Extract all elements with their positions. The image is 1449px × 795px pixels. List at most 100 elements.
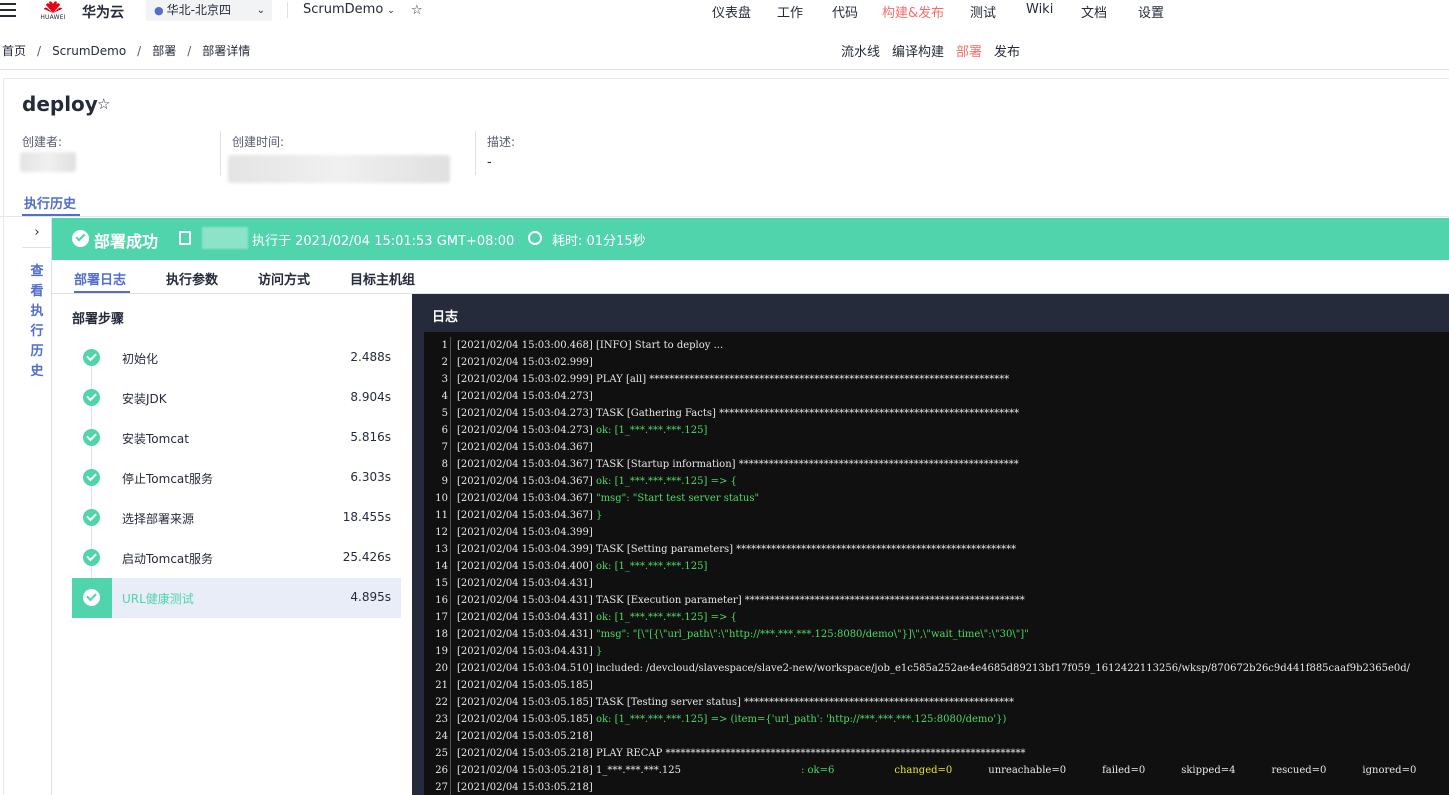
huawei-logo[interactable]: HUAWEI [38, 0, 68, 23]
subnav-deploy[interactable]: 部署 [956, 45, 982, 60]
divider [220, 131, 221, 175]
tab-execution-history[interactable]: 执行历史 [24, 193, 76, 212]
log-line: 19 [2021/02/04 15:03:04.431] } [424, 643, 602, 660]
subnav-release[interactable]: 发布 [994, 45, 1020, 60]
description-value: - [487, 155, 492, 170]
log-output[interactable]: 1 [2021/02/04 15:03:00.468] [INFO] Start … [424, 332, 1449, 795]
log-line: 11 [2021/02/04 15:03:04.367] } [424, 507, 602, 524]
breadcrumb: 首页 / ScrumDemo / 部署 / 部署详情 [2, 44, 251, 58]
log-line: 10 [2021/02/04 15:03:04.367] "msg": "Star… [424, 490, 759, 507]
steps-title: 部署步骤 [72, 312, 125, 327]
step-duration: 4.895s [350, 590, 391, 604]
log-line: 25 [2021/02/04 15:03:05.218] PLAY RECAP *… [424, 745, 1026, 762]
log-line: 12 [2021/02/04 15:03:04.399] [424, 524, 593, 541]
creator-label: 创建者: [22, 135, 63, 149]
log-line: 1 [2021/02/04 15:03:00.468] [INFO] Start … [424, 337, 723, 354]
nav-work[interactable]: 工作 [777, 2, 803, 21]
nav-test[interactable]: 测试 [970, 2, 996, 21]
step-name: 启动Tomcat服务 [122, 552, 213, 566]
top-bar: HUAWEI 华为云 ● 华北-北京四 ⌄ ScrumDemo ⌄ ☆ 仪表盘 工作… [0, 0, 1449, 25]
log-line: 14 [2021/02/04 15:03:04.400] ok: [1_***.*… [424, 558, 707, 575]
step-name: 选择部署来源 [122, 512, 195, 526]
project-name: ScrumDemo [303, 2, 384, 17]
deploy-step[interactable]: 停止Tomcat服务 6.303s [72, 458, 401, 498]
nav-docs[interactable]: 文档 [1081, 2, 1107, 21]
brand-name[interactable]: 华为云 [82, 2, 124, 22]
breadcrumb-deploy[interactable]: 部署 [152, 44, 176, 58]
log-line: 18 [2021/02/04 15:03:04.431] "msg": "[\"[… [424, 626, 1029, 643]
logo-text: HUAWEI [40, 14, 66, 21]
nav-settings[interactable]: 设置 [1138, 2, 1164, 21]
region-select[interactable]: ● 华北-北京四 ⌄ [146, 0, 272, 21]
subnav-build[interactable]: 编译构建 [892, 45, 944, 60]
log-line: 15 [2021/02/04 15:03:04.431] [424, 575, 593, 592]
step-success-icon [83, 469, 100, 486]
step-name: 安装JDK [122, 392, 167, 406]
project-select[interactable]: ScrumDemo ⌄ [303, 2, 395, 17]
chevron-down-icon: ⌄ [387, 6, 395, 16]
divider [0, 216, 1449, 217]
log-line: 2 [2021/02/04 15:03:02.999] [424, 354, 593, 371]
step-duration: 8.904s [350, 390, 391, 404]
log-line: 9 [2021/02/04 15:03:04.367] ok: [1_***.**… [424, 473, 737, 490]
deploy-step[interactable]: 安装Tomcat 5.816s [72, 418, 401, 458]
deploy-step[interactable]: 安装JDK 8.904s [72, 378, 401, 418]
deploy-step[interactable]: 选择部署来源 18.455s [72, 498, 401, 538]
subnav-pipeline[interactable]: 流水线 [841, 45, 880, 60]
log-line: 26 [2021/02/04 15:03:05.218] 1_***.***.**… [424, 762, 1416, 779]
document-icon [179, 231, 191, 245]
tab-exec-params[interactable]: 执行参数 [166, 269, 218, 288]
log-line: 6 [2021/02/04 15:03:04.273] ok: [1_***.**… [424, 422, 707, 439]
step-success-icon [83, 549, 100, 566]
expand-chevron-icon[interactable]: › [22, 218, 52, 248]
log-line: 7 [2021/02/04 15:03:04.367] [424, 439, 593, 456]
status-banner: 部署成功 执行于 2021/02/04 15:01:53 GMT+08:00 耗… [52, 218, 1449, 260]
sub-nav: 流水线 编译构建 部署 发布 [841, 41, 1032, 60]
step-success-icon [83, 349, 100, 366]
log-line: 13 [2021/02/04 15:03:04.399] TASK [Settin… [424, 541, 1016, 558]
active-tab-indicator [74, 291, 130, 293]
tab-access-method[interactable]: 访问方式 [258, 269, 310, 288]
nav-build-release[interactable]: 构建&发布 [882, 2, 944, 21]
favorite-star-icon[interactable]: ☆ [411, 3, 423, 18]
nav-wiki[interactable]: Wiki [1026, 2, 1053, 17]
description-label: 描述: [487, 135, 516, 149]
chevron-down-icon: ⌄ [256, 5, 265, 16]
step-success-icon [83, 589, 100, 606]
step-success-icon [83, 389, 100, 406]
tab-deploy-log[interactable]: 部署日志 [74, 269, 126, 288]
menu-icon[interactable] [0, 3, 16, 19]
sub-bar: 首页 / ScrumDemo / 部署 / 部署详情 流水线 编译构建 部署 发布 [0, 30, 1449, 70]
location-pin-icon: ● [154, 4, 164, 17]
execution-time: 执行于 2021/02/04 15:01:53 GMT+08:00 [252, 234, 515, 249]
clock-icon [528, 231, 542, 245]
success-check-icon [72, 230, 89, 247]
favorite-star-icon[interactable]: ☆ [97, 95, 110, 113]
tab-target-hosts[interactable]: 目标主机组 [350, 269, 415, 288]
log-line: 3 [2021/02/04 15:03:02.999] PLAY [all] **… [424, 371, 1009, 388]
breadcrumb-project[interactable]: ScrumDemo [52, 44, 126, 58]
view-history-link[interactable]: 查 看 执 行 历 史 [29, 262, 45, 382]
deploy-step[interactable]: 初始化 2.488s [72, 338, 401, 378]
log-line: 24 [2021/02/04 15:03:05.218] [424, 728, 593, 745]
huawei-logo-mark [44, 1, 62, 13]
step-duration: 18.455s [342, 510, 391, 524]
breadcrumb-home[interactable]: 首页 [2, 44, 26, 58]
deploy-step[interactable]: 启动Tomcat服务 25.426s [72, 538, 401, 578]
deploy-status: 部署成功 [94, 232, 159, 251]
log-panel: 日志 1 [2021/02/04 15:03:00.468] [INFO] Sta… [412, 294, 1449, 795]
created-time-label: 创建时间: [232, 135, 285, 149]
deploy-step[interactable]: URL健康测试 4.895s [72, 578, 401, 618]
log-line: 16 [2021/02/04 15:03:04.431] TASK [Execut… [424, 592, 1025, 609]
log-line: 20 [2021/02/04 15:03:04.510] included: /d… [424, 660, 1410, 677]
step-duration: 25.426s [342, 550, 391, 564]
log-title: 日志 [432, 310, 459, 325]
nav-dashboard[interactable]: 仪表盘 [712, 2, 751, 21]
region-label: 华北-北京四 [166, 3, 231, 17]
nav-code[interactable]: 代码 [832, 2, 858, 21]
step-success-icon [83, 509, 100, 526]
duration: 耗时: 01分15秒 [552, 234, 646, 249]
step-success-icon [83, 429, 100, 446]
page-title: deploy [22, 92, 98, 116]
step-name: URL健康测试 [122, 592, 194, 606]
